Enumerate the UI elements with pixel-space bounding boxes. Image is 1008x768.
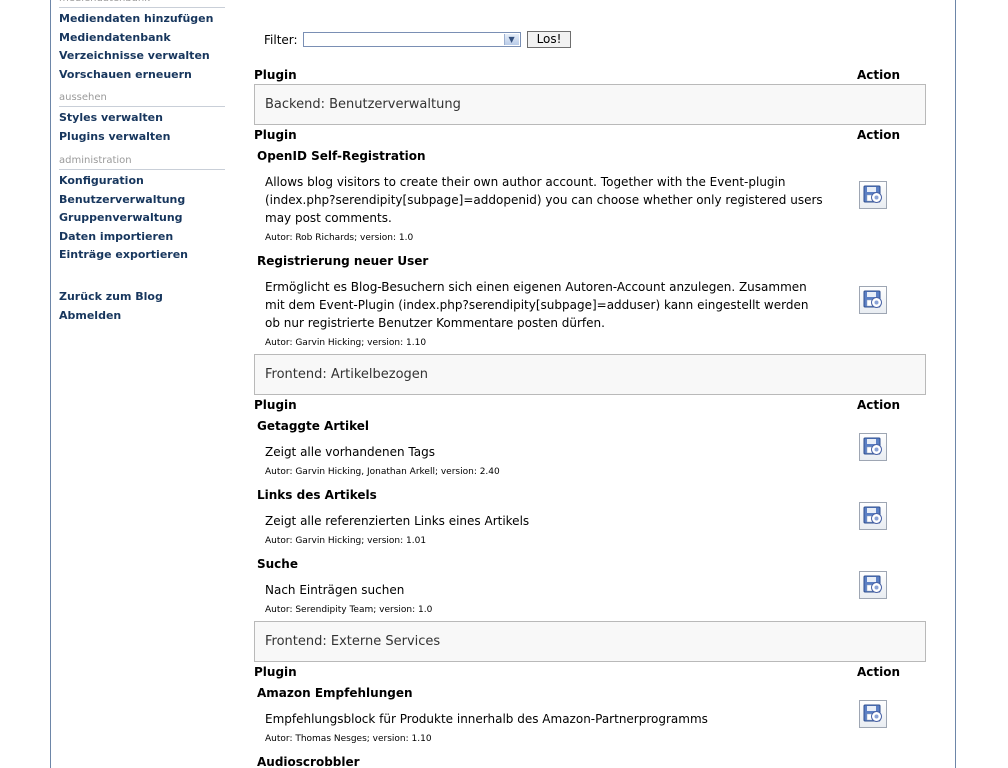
sidebar-item-group-management[interactable]: Gruppenverwaltung <box>59 209 225 228</box>
column-header-action: Action <box>857 68 901 82</box>
section-backend-users: Backend: Benutzerverwaltung <box>254 84 926 125</box>
plugin-description: Empfehlungsblock für Produkte innerhalb … <box>265 712 708 726</box>
table-header: Plugin Action <box>254 398 926 412</box>
sidebar-item-media-library[interactable]: Mediendatenbank <box>59 29 225 48</box>
install-disk-icon <box>863 506 882 524</box>
install-disk-icon <box>863 185 882 203</box>
sidebar-category-media: mediendatenbank <box>59 0 225 8</box>
section-frontend-external: Frontend: Externe Services <box>254 621 926 662</box>
install-plugin-button[interactable] <box>859 502 887 530</box>
install-plugin-button[interactable] <box>859 571 887 599</box>
admin-frame: mediendatenbank Mediendaten hinzufügen M… <box>50 0 956 768</box>
filter-bar: Filter: ▼ Los! <box>264 31 572 48</box>
chevron-down-icon[interactable]: ▼ <box>503 34 519 45</box>
column-header-plugin: Plugin <box>254 665 297 679</box>
plugin-description: Allows blog visitors to create their own… <box>265 175 823 225</box>
sidebar-group-media: mediendatenbank Mediendaten hinzufügen M… <box>59 0 225 84</box>
section-frontend-articles: Frontend: Artikelbezogen <box>254 354 926 395</box>
sidebar-item-plugins[interactable]: Plugins verwalten <box>59 128 225 147</box>
plugin-description: Ermöglicht es Blog-Besuchern sich einen … <box>265 280 809 330</box>
plugin-title: Registrierung neuer User <box>257 254 429 268</box>
plugin-meta: Autor: Garvin Hicking, Jonathan Arkell; … <box>265 467 500 477</box>
install-disk-icon <box>863 575 882 593</box>
sidebar-group-appearance: aussehen Styles verwalten Plugins verwal… <box>59 91 225 146</box>
sidebar-item-user-management[interactable]: Benutzerverwaltung <box>59 191 225 210</box>
plugin-meta: Autor: Rob Richards; version: 1.0 <box>265 233 414 243</box>
plugin-title: Getaggte Artikel <box>257 419 370 433</box>
column-header-action: Action <box>857 398 901 412</box>
sidebar-item-back-to-blog[interactable]: Zurück zum Blog <box>59 288 225 307</box>
install-plugin-button[interactable] <box>859 700 887 728</box>
install-disk-icon <box>863 437 882 455</box>
filter-label: Filter: <box>264 32 298 47</box>
sidebar-group-bottom: Zurück zum Blog Abmelden <box>59 288 225 325</box>
plugin-description: Zeigt alle referenzierten Links eines Ar… <box>265 514 530 528</box>
plugin-title: Links des Artikels <box>257 488 377 502</box>
sidebar-item-import-data[interactable]: Daten importieren <box>59 228 225 247</box>
install-disk-icon <box>863 290 882 308</box>
column-header-action: Action <box>857 128 901 142</box>
plugin-title: OpenID Self-Registration <box>257 149 426 163</box>
filter-go-button[interactable]: Los! <box>526 31 572 48</box>
install-plugin-button[interactable] <box>859 181 887 209</box>
column-header-plugin: Plugin <box>254 68 297 82</box>
install-plugin-button[interactable] <box>859 286 887 314</box>
sidebar-item-styles[interactable]: Styles verwalten <box>59 109 225 128</box>
install-plugin-button[interactable] <box>859 433 887 461</box>
plugin-meta: Autor: Thomas Nesges; version: 1.10 <box>265 734 432 744</box>
sidebar-category-appearance: aussehen <box>59 91 225 107</box>
plugin-description: Nach Einträgen suchen <box>265 583 405 597</box>
filter-select[interactable]: ▼ <box>302 32 521 47</box>
sidebar-item-configuration[interactable]: Konfiguration <box>59 172 225 191</box>
plugin-description: Zeigt alle vorhandenen Tags <box>265 445 435 459</box>
table-header: Plugin Action <box>254 665 926 679</box>
install-disk-icon <box>863 704 882 722</box>
sidebar-item-export-entries[interactable]: Einträge exportieren <box>59 246 225 265</box>
plugin-title: Amazon Empfehlungen <box>257 686 413 700</box>
sidebar-item-add-media[interactable]: Mediendaten hinzufügen <box>59 10 225 29</box>
sidebar-item-rebuild-thumbnails[interactable]: Vorschauen erneuern <box>59 66 225 85</box>
sidebar-category-admin: administration <box>59 154 225 170</box>
plugin-title: Audioscrobbler <box>257 755 360 768</box>
plugin-meta: Autor: Garvin Hicking; version: 1.10 <box>265 338 427 348</box>
column-header-plugin: Plugin <box>254 398 297 412</box>
plugin-meta: Autor: Garvin Hicking; version: 1.01 <box>265 536 427 546</box>
table-header: Plugin Action <box>254 128 926 142</box>
column-header-action: Action <box>857 665 901 679</box>
plugin-title: Suche <box>257 557 298 571</box>
plugin-meta: Autor: Serendipity Team; version: 1.0 <box>265 605 433 615</box>
sidebar-item-manage-directories[interactable]: Verzeichnisse verwalten <box>59 47 225 66</box>
column-header-plugin: Plugin <box>254 128 297 142</box>
sidebar-item-logout[interactable]: Abmelden <box>59 307 225 326</box>
table-header: Plugin Action <box>254 68 926 82</box>
sidebar-group-admin: administration Konfiguration Benutzerver… <box>59 154 225 265</box>
